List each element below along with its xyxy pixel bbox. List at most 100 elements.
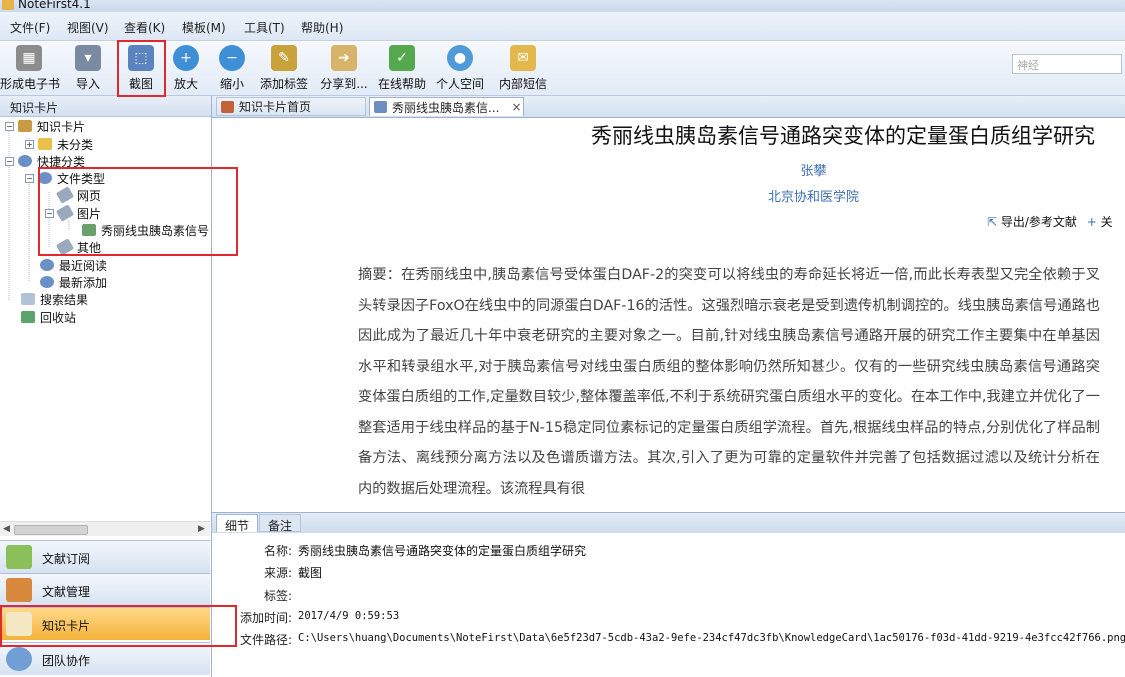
tag-icon xyxy=(55,204,75,222)
document-icon xyxy=(374,101,387,113)
app-icon xyxy=(2,0,14,10)
detail-tab-bar: 细节 备注 xyxy=(212,512,1125,534)
document-tab-bar: 知识卡片首页 秀丽线虫胰岛素信... × xyxy=(212,96,1125,118)
zoom-in-button[interactable]: + 放大 xyxy=(166,43,206,93)
search-results-icon xyxy=(21,293,35,305)
books-icon xyxy=(6,578,32,602)
article-abstract: 摘要：在秀丽线虫中,胰岛素信号受体蛋白DAF-2的突变可以将线虫的寿命延长将近一… xyxy=(358,267,1100,497)
tree-node-search-results[interactable]: 搜索结果 xyxy=(21,290,88,308)
category-icon xyxy=(38,172,52,184)
team-icon xyxy=(6,647,32,671)
screenshot-icon: ⬚ xyxy=(128,45,154,71)
help-check-icon: ✓ xyxy=(389,45,415,71)
tree-node-quick-categories[interactable]: − 快捷分类 xyxy=(5,152,85,170)
tag-icon: ✎ xyxy=(271,45,297,71)
online-help-button[interactable]: ✓ 在线帮助 xyxy=(376,43,428,93)
menu-view[interactable]: 视图(V) xyxy=(67,19,109,36)
tree-node-knowledge-cards[interactable]: − 知识卡片 xyxy=(5,117,85,135)
tree-node-image[interactable]: − 图片 xyxy=(45,204,101,222)
tab-notes[interactable]: 备注 xyxy=(259,514,302,533)
new-icon xyxy=(40,276,54,288)
collapse-toggle-icon[interactable]: − xyxy=(45,208,54,218)
detail-pane: 名称: 秀丽线虫胰岛素信号通路突变体的定量蛋白质组学研究 来源: 截图 标签: … xyxy=(212,533,1125,677)
scroll-right-icon[interactable]: ▶ xyxy=(198,524,205,534)
export-icon: ⇱ xyxy=(987,215,998,229)
field-label-source: 来源: xyxy=(263,566,292,580)
window-title: NoteFirst4.1 xyxy=(18,0,91,11)
field-label-tags: 标签: xyxy=(263,589,292,603)
article-title: 秀丽线虫胰岛素信号通路突变体的定量蛋白质组学研究 xyxy=(591,124,1095,148)
article-actions: ⇱ 导出/参考文献 + 关 xyxy=(987,213,1113,230)
share-icon: ➜ xyxy=(331,45,357,71)
recycle-bin-icon xyxy=(21,311,35,323)
tag-icon xyxy=(55,238,75,256)
tree-node-newly-added[interactable]: 最新添加 xyxy=(40,273,107,291)
field-value-added-time: 2017/4/9 0:59:53 xyxy=(298,610,400,622)
subscription-icon xyxy=(6,545,32,569)
collapse-toggle-icon[interactable]: − xyxy=(5,156,14,166)
nav-literature-management[interactable]: 文献管理 xyxy=(0,573,210,606)
close-link[interactable]: 关 xyxy=(1101,215,1113,229)
add-icon: + xyxy=(1086,215,1097,229)
zoom-out-icon: − xyxy=(219,45,245,71)
tree-node-recycle-bin[interactable]: 回收站 xyxy=(21,308,76,326)
field-value-source: 截图 xyxy=(298,566,323,580)
title-bar: NoteFirst4.1 xyxy=(0,0,1125,12)
collapse-toggle-icon[interactable]: − xyxy=(5,121,14,131)
menu-file[interactable]: 文件(F) xyxy=(10,19,50,36)
tag-icon xyxy=(55,186,75,204)
collapse-toggle-icon[interactable]: − xyxy=(25,173,34,183)
tree-node-uncategorized[interactable]: + 未分类 xyxy=(25,135,93,153)
tab-knowledge-card-home[interactable]: 知识卡片首页 xyxy=(216,97,366,116)
field-label-added-time: 添加时间: xyxy=(239,611,292,625)
tree-node-card-item[interactable]: 秀丽线虫胰岛素信号 xyxy=(82,221,209,239)
zoom-in-icon: + xyxy=(173,45,199,71)
zoom-out-button[interactable]: − 缩小 xyxy=(212,43,252,93)
close-tab-icon[interactable]: × xyxy=(511,100,521,114)
nav-literature-subscription[interactable]: 文献订阅 xyxy=(0,540,210,573)
toolbar: ▦ 形成电子书 ▾ 导入 ⬚ 截图 + 放大 − 缩小 ✎ 添加标签 ➜ 分享到… xyxy=(0,41,1125,96)
scrollbar-thumb[interactable] xyxy=(14,525,88,535)
field-value-name: 秀丽线虫胰岛素信号通路突变体的定量蛋白质组学研究 xyxy=(298,544,587,558)
tab-article[interactable]: 秀丽线虫胰岛素信... × xyxy=(369,97,524,116)
scroll-left-icon[interactable]: ◀ xyxy=(3,524,10,534)
search-input[interactable]: 神经 xyxy=(1012,54,1122,74)
left-panel: 知识卡片 − 知识卡片 + 未分类 − 快捷分类 − 文件类型 网页 − 图片 … xyxy=(0,96,212,677)
nav-team-collaboration[interactable]: 团队协作 xyxy=(0,642,210,675)
tree-node-file-types[interactable]: − 文件类型 xyxy=(25,169,105,187)
tree-node-recent-read[interactable]: 最近阅读 xyxy=(40,256,107,274)
user-icon: ● xyxy=(447,45,473,71)
document-view: 秀丽线虫胰岛素信号通路突变体的定量蛋白质组学研究 张攀 北京协和医学院 ⇱ 导出… xyxy=(212,118,1125,510)
home-icon xyxy=(221,100,234,113)
menu-check[interactable]: 查看(K) xyxy=(124,19,165,36)
card-icon xyxy=(18,120,32,132)
folder-icon xyxy=(38,138,52,150)
tree-node-webpage[interactable]: 网页 xyxy=(55,186,101,204)
menu-bar: 文件(F) 视图(V) 查看(K) 模板(M) 工具(T) 帮助(H) xyxy=(0,12,1125,41)
screenshot-button[interactable]: ⬚ 截图 xyxy=(118,43,164,93)
menu-tools[interactable]: 工具(T) xyxy=(244,19,285,36)
share-button[interactable]: ➜ 分享到... xyxy=(316,43,372,93)
add-tag-button[interactable]: ✎ 添加标签 xyxy=(258,43,310,93)
expand-toggle-icon[interactable]: + xyxy=(25,139,34,149)
nav-knowledge-cards[interactable]: 知识卡片 xyxy=(0,607,210,640)
folder-open-icon: ▾ xyxy=(75,45,101,71)
field-label-file-path: 文件路径: xyxy=(239,633,292,647)
horizontal-scrollbar[interactable]: ◀ ▶ xyxy=(0,521,210,536)
menu-help[interactable]: 帮助(H) xyxy=(301,19,343,36)
tree-node-other[interactable]: 其他 xyxy=(55,238,101,256)
article-affiliation[interactable]: 北京协和医学院 xyxy=(212,186,1125,205)
article-author[interactable]: 张攀 xyxy=(212,160,1125,179)
image-file-icon xyxy=(82,224,96,236)
cards-icon xyxy=(6,612,32,636)
make-ebook-button[interactable]: ▦ 形成电子书 xyxy=(0,43,60,93)
message-icon: ✉ xyxy=(510,45,536,71)
import-button[interactable]: ▾ 导入 xyxy=(64,43,112,93)
menu-template[interactable]: 模板(M) xyxy=(182,19,226,36)
field-value-file-path[interactable]: C:\Users\huang\Documents\NoteFirst\Data\… xyxy=(298,632,1125,644)
tab-details[interactable]: 细节 xyxy=(216,514,259,533)
personal-space-button[interactable]: ● 个人空间 xyxy=(434,43,486,93)
export-reference-link[interactable]: 导出/参考文献 xyxy=(1001,215,1077,229)
field-label-name: 名称: xyxy=(263,544,292,558)
internal-message-button[interactable]: ✉ 内部短信 xyxy=(496,43,550,93)
